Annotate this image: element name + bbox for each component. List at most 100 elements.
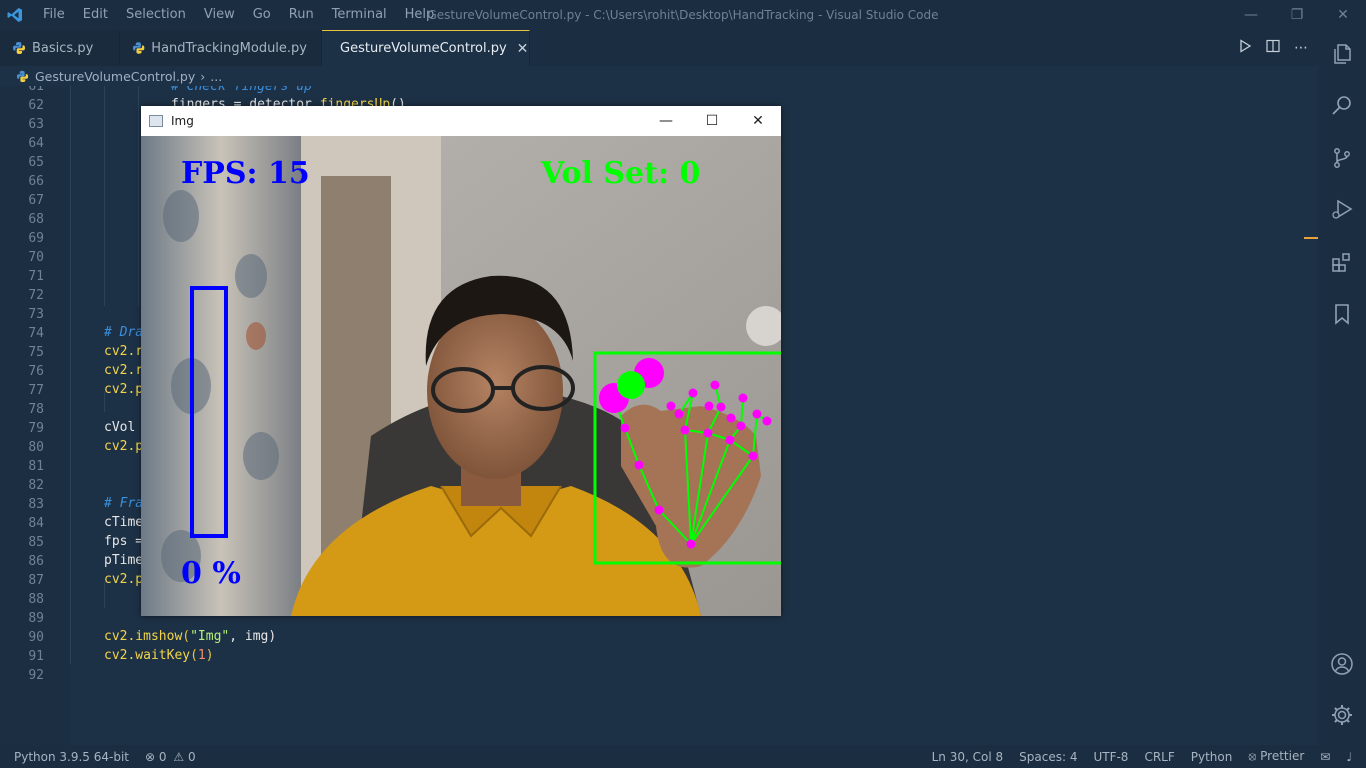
breadcrumb-file[interactable]: GestureVolumeControl.py [35,69,195,84]
prettier-status[interactable]: ⦻ Prettier [1240,749,1312,764]
settings-gear-icon[interactable] [1330,703,1354,727]
opencv-img-window[interactable]: Img — ☐ ✕ FPS: 15 Vol Set: 0 0 % [141,106,781,616]
landmark-point [704,401,714,411]
menu-bar: File Edit Selection View Go Run Terminal… [34,0,443,30]
landmark-point [752,409,762,419]
indent-guide [70,86,71,664]
warning-count: 0 [187,749,196,764]
menu-help[interactable]: Help [396,0,444,30]
python-file-icon [132,42,145,54]
img-window-title: Img [171,114,194,128]
tab-label: HandTrackingModule.py [151,40,307,56]
img-maximize-button[interactable]: ☐ [689,106,735,136]
line-number: 90 [28,630,44,645]
landmark-point [710,380,720,390]
line-number: 78 [28,402,44,417]
close-tab-icon[interactable]: ✕ [517,41,529,57]
breadcrumb-symbol[interactable]: ... [210,69,222,84]
img-window-titlebar[interactable]: Img — ☐ ✕ [141,106,781,136]
img-close-button[interactable]: ✕ [735,106,781,136]
error-icon: ⊗ [145,749,156,764]
line-number: 88 [28,592,44,607]
line-number: 84 [28,516,44,531]
line-number: 62 [28,98,44,113]
menu-file[interactable]: File [34,0,74,30]
fps-overlay: FPS: 15 [181,156,310,191]
problems-indicator[interactable]: ⊗ 0 ⚠ 0 [137,750,204,764]
feedback-icon[interactable]: ✉ [1312,750,1338,764]
language-mode[interactable]: Python [1183,750,1241,764]
code-line-75: cv2.r [104,344,144,359]
indentation[interactable]: Spaces: 4 [1011,750,1085,764]
line-number: 79 [28,421,44,436]
cursor-position[interactable]: Ln 30, Col 8 [924,750,1012,764]
line-number: 75 [28,345,44,360]
landmark-point [634,460,644,470]
extensions-icon[interactable] [1330,250,1354,274]
code-line-90: cv2.imshow("Img", img) [104,629,277,644]
line-number: 69 [28,231,44,246]
menu-go[interactable]: Go [244,0,280,30]
line-number: 76 [28,364,44,379]
breadcrumb: GestureVolumeControl.py › ... [0,66,1318,86]
warning-icon: ⚠ [173,749,185,764]
menu-selection[interactable]: Selection [117,0,195,30]
encoding[interactable]: UTF-8 [1085,750,1136,764]
run-file-icon[interactable] [1238,39,1252,57]
landmark-point [736,421,746,431]
line-number: 68 [28,212,44,227]
tab-gesturevolumecontrol[interactable]: GestureVolumeControl.py ✕ [322,30,530,66]
landmark-point [703,428,713,438]
tab-handtrackingmodule[interactable]: HandTrackingModule.py [120,30,322,66]
line-number: 87 [28,573,44,588]
menu-edit[interactable]: Edit [74,0,117,30]
split-editor-icon[interactable] [1266,39,1280,57]
run-debug-icon[interactable] [1330,198,1354,222]
menu-terminal[interactable]: Terminal [323,0,396,30]
landmark-point [716,402,726,412]
bookmark-icon[interactable] [1330,302,1354,326]
indent-guide [138,86,139,306]
code-line-79: cVol [104,420,136,435]
img-minimize-button[interactable]: — [643,106,689,136]
prettier-icon: ⦻ [1248,749,1257,763]
more-actions-icon[interactable]: ⋯ [1294,40,1308,56]
tab-label: Basics.py [32,40,94,56]
notifications-bell-icon[interactable]: ♩ [1338,750,1360,764]
restore-button[interactable]: ❐ [1274,0,1320,30]
landmark-point [654,505,664,515]
code-line-87: cv2.p [104,572,144,587]
line-number: 61 [28,86,44,94]
python-file-icon [13,42,25,54]
landmark-point [688,388,698,398]
code-line-83: # Fra [104,496,144,511]
landmark-point [674,409,684,419]
line-number: 85 [28,535,44,550]
line-number: 67 [28,193,44,208]
scrollbar-marker [1304,237,1318,239]
minimize-button[interactable]: — [1228,0,1274,30]
code-line-80: cv2.p [104,439,144,454]
tab-basics[interactable]: Basics.py [0,30,120,66]
line-number: 80 [28,440,44,455]
python-interpreter[interactable]: Python 3.9.5 64-bit [0,750,137,764]
menu-view[interactable]: View [195,0,244,30]
code-line-61: # Check fingers up [171,86,312,94]
explorer-icon[interactable] [1330,42,1354,66]
account-icon[interactable] [1330,652,1354,676]
end-of-line[interactable]: CRLF [1136,750,1182,764]
code-line-76: cv2.r [104,363,144,378]
code-line-86: pTime [104,553,144,568]
menu-run[interactable]: Run [280,0,323,30]
line-number: 77 [28,383,44,398]
error-count: 0 [158,749,167,764]
tab-label: GestureVolumeControl.py [340,41,507,56]
line-number: 73 [28,307,44,322]
search-icon[interactable] [1330,93,1354,117]
line-number: 92 [28,668,44,683]
landmark-point [748,451,758,461]
line-number: 66 [28,174,44,189]
source-control-icon[interactable] [1330,146,1354,170]
close-button[interactable]: ✕ [1320,0,1366,30]
editor-actions: ⋯ [1238,30,1308,66]
